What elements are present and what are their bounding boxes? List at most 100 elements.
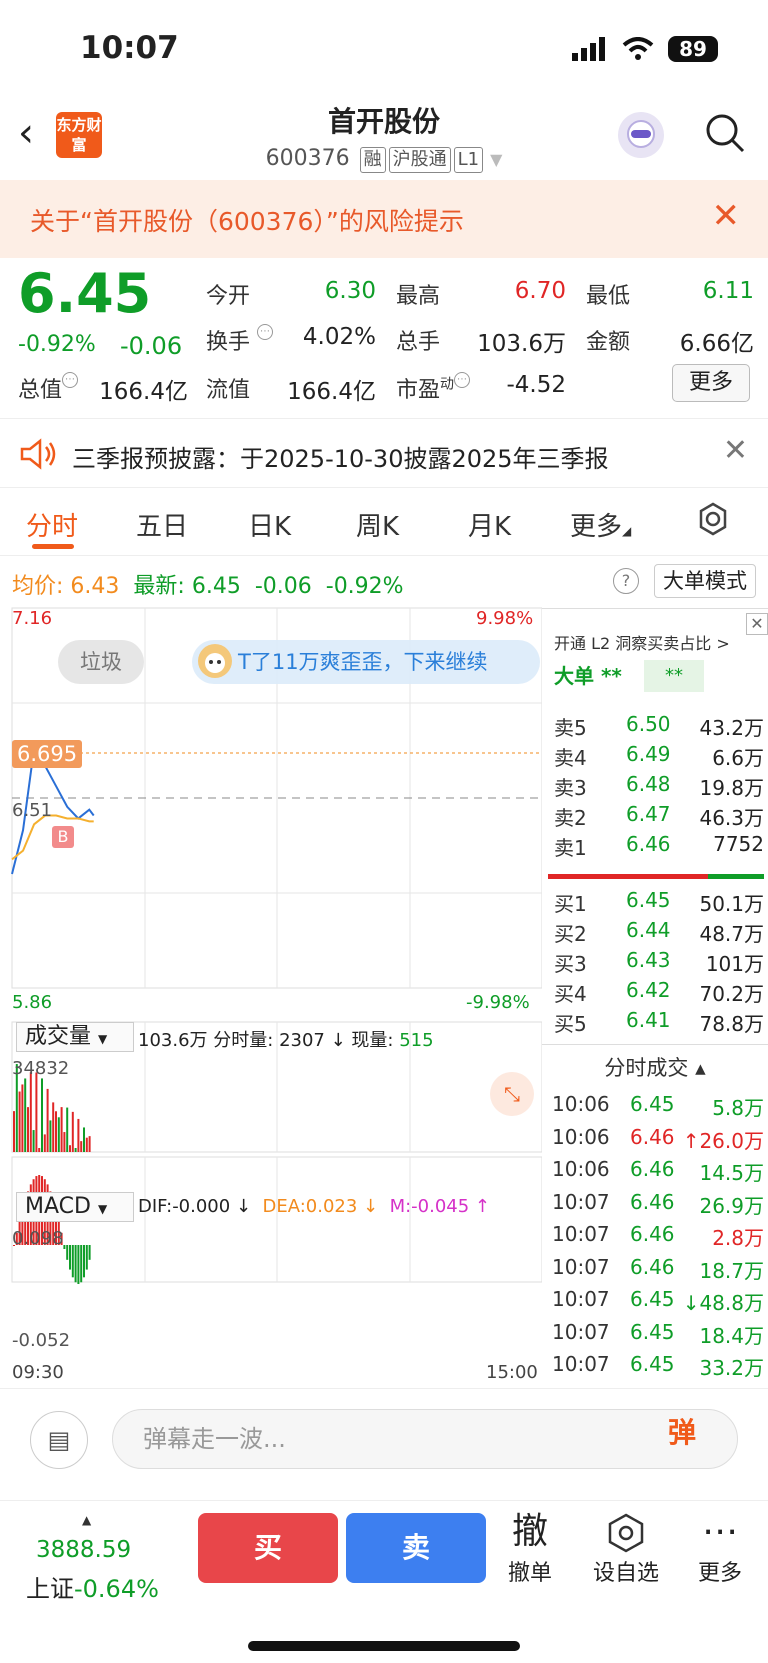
tick-time: 10:07 <box>552 1352 610 1376</box>
bid-row[interactable]: 买3 6.43 101万 <box>554 948 764 978</box>
tick-row: 10:06 6.45 5.8万 <box>552 1092 764 1124</box>
buy-button[interactable]: 买 <box>198 1513 338 1583</box>
danmu-settings-icon[interactable]: ▤ <box>30 1411 88 1469</box>
bid-row[interactable]: 买5 6.41 78.8万 <box>554 1008 764 1038</box>
tab-more[interactable]: 更多◢ <box>570 506 631 543</box>
bid-row[interactable]: 买2 6.44 48.7万 <box>554 918 764 948</box>
volume-bar <box>32 1130 35 1152</box>
chart-tabs: 分时 五日 日K 周K 月K 更多◢ <box>0 490 768 556</box>
mktcap-value: 166.4亿 <box>99 379 188 405</box>
tick-volume: 26.9万 <box>699 1193 764 1218</box>
ask-row[interactable]: 卖2 6.47 46.3万 <box>554 802 764 832</box>
volume-bar <box>49 1120 52 1152</box>
tick-volume: 18.7万 <box>699 1258 764 1283</box>
tab-daily-k[interactable]: 日K <box>248 506 291 543</box>
ask-volume: 43.2万 <box>699 716 764 740</box>
turnover-value: 4.02% <box>302 324 376 350</box>
tag-connect: 沪股通 <box>388 147 451 173</box>
signal-icon <box>572 37 605 61</box>
ask-price: 6.48 <box>626 772 671 796</box>
volume-info: 103.6万 分时量: 2307 ↓ 现量: 515 <box>138 1030 434 1051</box>
bid-level: 买2 <box>554 922 587 946</box>
close-icon[interactable]: ✕ <box>723 433 748 468</box>
trash-bubble[interactable]: 垃圾 <box>58 640 144 684</box>
help-icon[interactable]: ? <box>613 568 639 594</box>
comment-bubble[interactable]: T了11万爽歪歪，下来继续 <box>192 640 540 684</box>
prev-close-label: 6.51 <box>12 800 53 821</box>
ask-row[interactable]: 卖4 6.49 6.6万 <box>554 742 764 772</box>
settings-gear-icon[interactable] <box>696 502 730 543</box>
tab-5day[interactable]: 五日 <box>136 506 188 543</box>
index-value[interactable]: 3888.59 <box>36 1537 131 1563</box>
danmu-input[interactable]: 弹幕走一波... <box>112 1409 738 1469</box>
intraday-summary: 均价: 6.43 最新: 6.45 -0.06 -0.92% <box>12 574 404 599</box>
tab-intraday[interactable]: 分时 <box>26 506 78 543</box>
bid-row[interactable]: 买4 6.42 70.2万 <box>554 978 764 1008</box>
volume-indicator-select[interactable]: 成交量 ▼ <box>16 1022 134 1052</box>
tab-monthly-k[interactable]: 月K <box>468 506 511 543</box>
tick-price: 6.45 <box>630 1287 675 1311</box>
search-icon[interactable] <box>704 112 746 158</box>
tick-trades-header[interactable]: 分时成交 ▴ <box>542 1052 768 1082</box>
volume-bar <box>35 1072 38 1152</box>
stock-code: 600376 <box>265 146 350 171</box>
dropdown-icon[interactable]: ▼ <box>490 150 502 169</box>
volume-bar <box>18 1091 21 1152</box>
more-quote-button[interactable]: 更多 <box>672 364 750 402</box>
bottom-action-bar: ▲ 3888.59 上证-0.64% 买 卖 撤 撤单 设自选 ⋯ 更多 <box>0 1500 768 1663</box>
stock-detail-page: 10:07 89 ‹ 东方财富 首开股份 600376 融沪股通 L1 ▼ 关于“… <box>0 0 768 1663</box>
info-icon: ⋯ <box>454 372 471 388</box>
sell-button[interactable]: 卖 <box>346 1513 486 1583</box>
close-icon[interactable]: ✕ <box>712 196 741 236</box>
volume-value: 103.6万 <box>477 331 566 357</box>
home-indicator <box>248 1641 520 1651</box>
tick-row: 10:07 6.45 33.2万 <box>552 1352 764 1384</box>
tick-price: 6.46 <box>630 1157 675 1181</box>
macd-bar <box>77 1245 80 1284</box>
change-amount: -0.06 <box>120 332 183 360</box>
turnover-label: 换手 ⋯ <box>206 324 274 356</box>
amount-value: 6.66亿 <box>679 331 754 357</box>
notice-bar[interactable]: 三季报预披露：于2025-10-30披露2025年三季报 ✕ <box>0 418 768 488</box>
ask-row[interactable]: 卖3 6.48 19.8万 <box>554 772 764 802</box>
close-icon[interactable]: ✕ <box>746 613 768 635</box>
risk-banner[interactable]: 关于“首开股份（600376）”的风险提示 ✕ <box>0 180 768 258</box>
add-favorite-button[interactable]: 设自选 <box>586 1509 666 1587</box>
tick-time: 10:07 <box>552 1287 610 1311</box>
ask-row[interactable]: 卖1 6.46 7752 <box>554 832 764 862</box>
tick-volume: 2.8万 <box>712 1226 764 1250</box>
tick-price: 6.46 <box>630 1124 675 1149</box>
more-actions-button[interactable]: ⋯ 更多 <box>680 1509 760 1587</box>
bid-row[interactable]: 买1 6.45 50.1万 <box>554 888 764 918</box>
ask-level: 卖2 <box>554 806 587 830</box>
cancel-order-button[interactable]: 撤 撤单 <box>490 1509 570 1587</box>
index-line[interactable]: 上证-0.64% <box>26 1569 159 1604</box>
volume-bar <box>29 1072 32 1152</box>
tab-weekly-k[interactable]: 周K <box>356 506 399 543</box>
robot-avatar-icon[interactable] <box>618 112 664 158</box>
expand-icon[interactable]: ⤡ <box>490 1072 534 1116</box>
ask-level: 卖5 <box>554 716 587 740</box>
ask-price: 6.49 <box>626 742 671 766</box>
y-axis-bottom: 5.86 <box>12 992 53 1013</box>
volume-bar <box>69 1145 71 1152</box>
l2-upsell-link[interactable]: 开通 L2 洞察买卖占比 > <box>554 630 730 654</box>
buy-marker[interactable]: B <box>52 826 74 848</box>
high-value: 6.70 <box>514 278 566 304</box>
bid-ask-ratio-bar <box>548 874 764 879</box>
big-order-mode-button[interactable]: 大单模式 <box>654 564 756 598</box>
tick-price: 6.45 <box>630 1319 675 1344</box>
macd-indicator-select[interactable]: MACD ▼ <box>16 1192 134 1222</box>
volume-bar <box>85 1137 88 1152</box>
volume-bar <box>13 1111 15 1152</box>
bid-volume: 48.7万 <box>699 922 764 946</box>
intraday-chart[interactable] <box>0 605 542 1385</box>
danmu-toggle-icon[interactable]: 弹 <box>668 1411 696 1451</box>
open-value: 6.30 <box>324 278 376 304</box>
wifi-icon <box>622 37 654 60</box>
volume-bar <box>60 1107 63 1152</box>
ask-row[interactable]: 卖5 6.50 43.2万 <box>554 712 764 742</box>
tick-price: 6.46 <box>630 1254 675 1279</box>
tick-volume: 33.2万 <box>699 1356 764 1380</box>
amount-label: 金额 <box>586 330 631 355</box>
